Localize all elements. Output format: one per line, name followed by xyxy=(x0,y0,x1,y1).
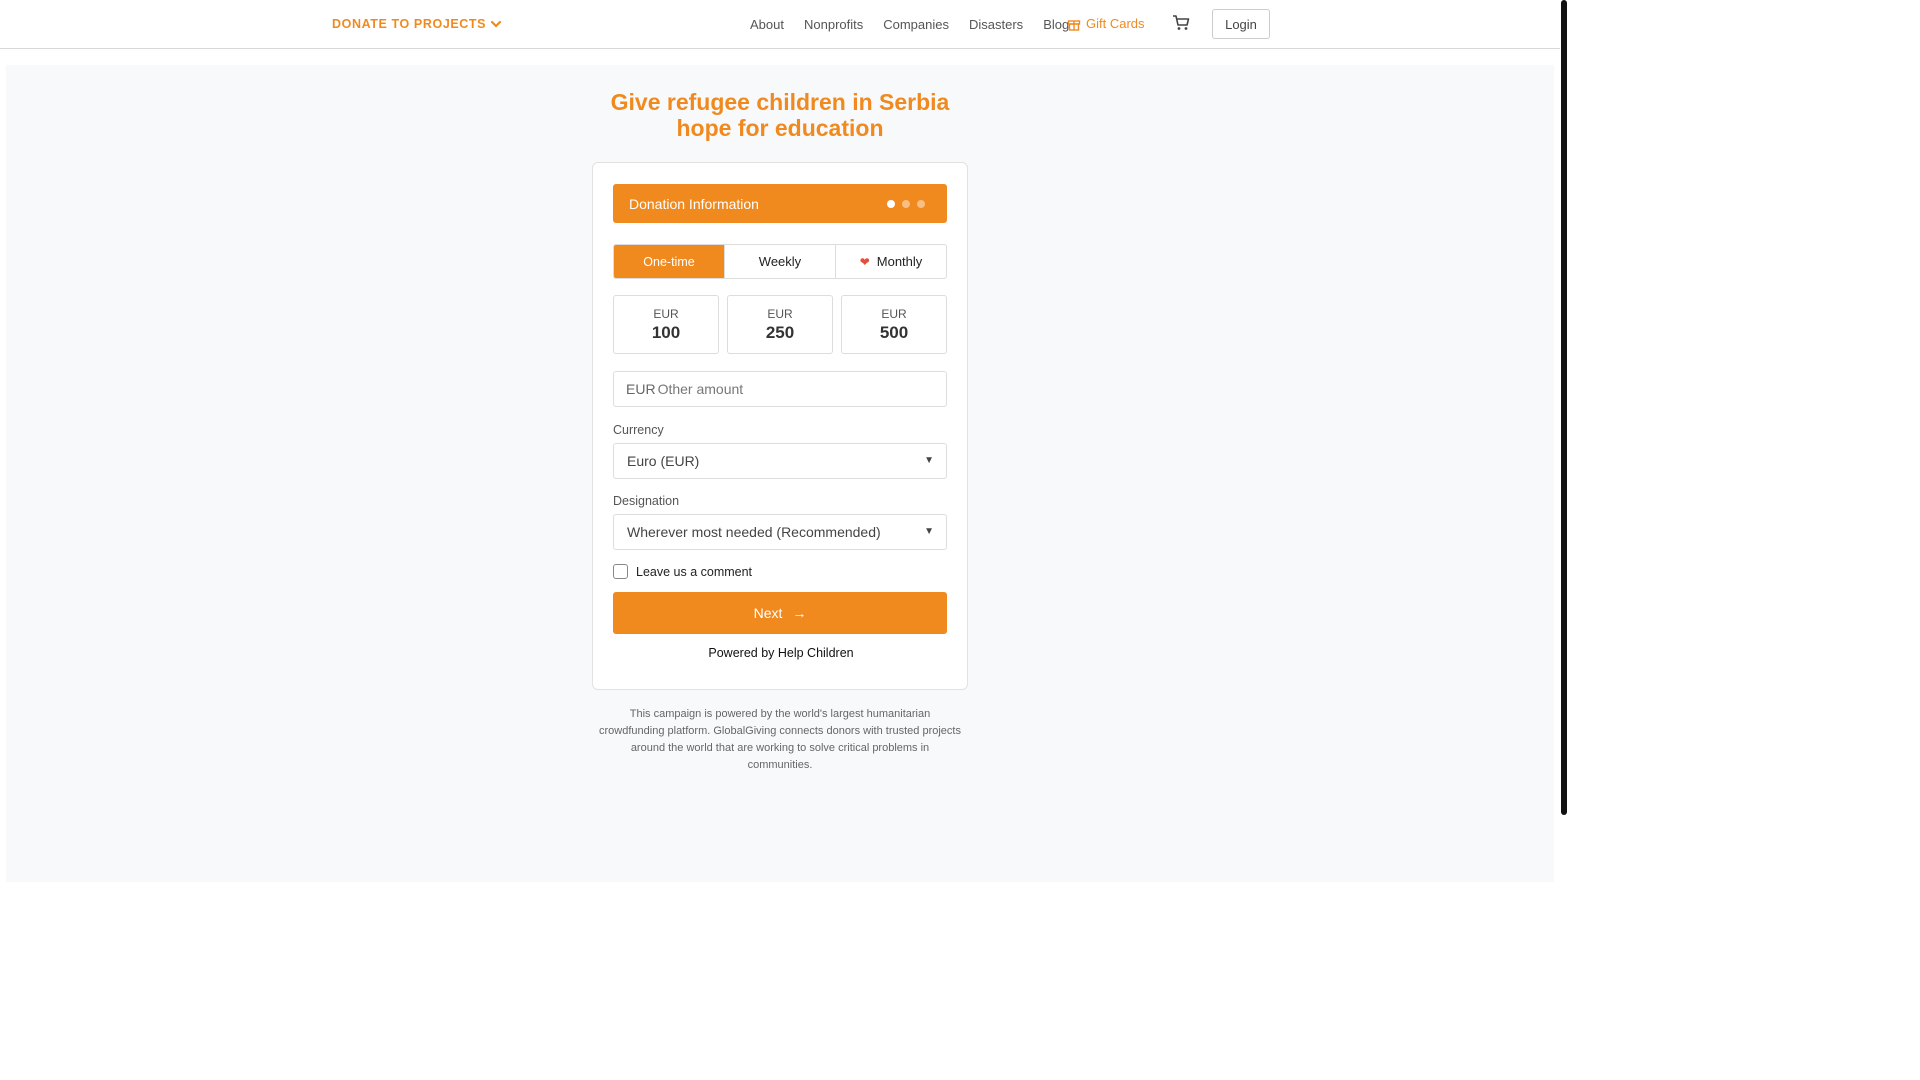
donate-to-projects-label: DONATE TO PROJECTS xyxy=(332,17,487,31)
next-button-label: Next xyxy=(753,605,783,621)
campaign-title: Give refugee children in Serbia hope for… xyxy=(580,89,980,141)
donation-information-header: Donation Information xyxy=(613,184,947,223)
chevron-down-icon xyxy=(491,20,502,28)
arrow-right-icon: → xyxy=(792,605,807,621)
frequency-one-time[interactable]: One-time xyxy=(614,245,724,278)
caret-down-icon: ▼ xyxy=(924,455,934,466)
amount-currency: EUR xyxy=(767,306,793,321)
cart-icon[interactable] xyxy=(1172,14,1190,32)
login-button[interactable]: Login xyxy=(1212,9,1270,39)
amount-currency: EUR xyxy=(881,306,907,321)
nav-links: About Nonprofits Companies Disasters Blo… xyxy=(750,17,1089,32)
currency-select[interactable]: Euro (EUR) ▼ xyxy=(613,443,947,479)
gift-cards-link[interactable]: Gift Cards xyxy=(1067,16,1145,31)
step-indicator xyxy=(887,200,925,208)
designation-selected-value: Wherever most needed (Recommended) xyxy=(627,524,881,540)
heart-icon: ❤ xyxy=(859,254,870,269)
other-amount-currency-prefix: EUR xyxy=(626,381,656,397)
campaign-title-line-1: Give refugee children in Serbia xyxy=(610,89,950,115)
amount-option-500[interactable]: EUR 500 xyxy=(841,295,947,354)
nav-link-about[interactable]: About xyxy=(750,17,784,32)
top-navigation: DONATE TO PROJECTS About Nonprofits Comp… xyxy=(0,0,1560,49)
donation-information-title: Donation Information xyxy=(629,195,759,212)
other-amount-input[interactable] xyxy=(657,381,928,397)
amount-value: 500 xyxy=(879,322,909,342)
gift-icon xyxy=(1067,19,1081,31)
scrollbar-thumb[interactable] xyxy=(1561,0,1567,815)
amount-option-100[interactable]: EUR 100 xyxy=(613,295,719,354)
other-amount-field[interactable]: EUR xyxy=(613,371,947,407)
designation-label: Designation xyxy=(613,494,680,508)
donate-to-projects-menu[interactable]: DONATE TO PROJECTS xyxy=(332,17,502,31)
amount-currency: EUR xyxy=(653,306,679,321)
nav-link-blog[interactable]: Blog xyxy=(1043,17,1069,32)
step-dot-2 xyxy=(902,200,910,208)
preset-amounts: EUR 100 EUR 250 EUR 500 xyxy=(613,295,947,354)
campaign-title-line-2: hope for education xyxy=(676,115,884,141)
leave-comment-checkbox[interactable] xyxy=(613,564,628,579)
donation-form-card: Donation Information One-time Weekly ❤ M… xyxy=(592,162,968,690)
nav-link-nonprofits[interactable]: Nonprofits xyxy=(804,17,863,32)
leave-comment-option: Leave us a comment xyxy=(613,564,752,579)
currency-label: Currency xyxy=(613,423,664,437)
amount-value: 250 xyxy=(765,322,795,342)
leave-comment-label[interactable]: Leave us a comment xyxy=(636,565,752,579)
designation-select[interactable]: Wherever most needed (Recommended) ▼ xyxy=(613,514,947,550)
campaign-footer-text: This campaign is powered by the world's … xyxy=(599,708,961,771)
nav-link-companies[interactable]: Companies xyxy=(883,17,949,32)
caret-down-icon: ▼ xyxy=(924,526,934,537)
frequency-monthly[interactable]: ❤ Monthly xyxy=(835,245,946,278)
frequency-monthly-label: Monthly xyxy=(876,254,923,269)
frequency-selector: One-time Weekly ❤ Monthly xyxy=(613,244,947,279)
nav-link-disasters[interactable]: Disasters xyxy=(969,17,1023,32)
step-dot-3 xyxy=(917,200,925,208)
step-dot-1 xyxy=(887,200,895,208)
frequency-weekly[interactable]: Weekly xyxy=(724,245,835,278)
amount-option-250[interactable]: EUR 250 xyxy=(727,295,833,354)
currency-selected-value: Euro (EUR) xyxy=(627,453,700,469)
next-button[interactable]: Next → xyxy=(613,592,947,634)
gift-cards-label: Gift Cards xyxy=(1086,16,1145,31)
amount-value: 100 xyxy=(651,322,681,342)
powered-by-text: Powered by Help Children xyxy=(708,646,854,660)
